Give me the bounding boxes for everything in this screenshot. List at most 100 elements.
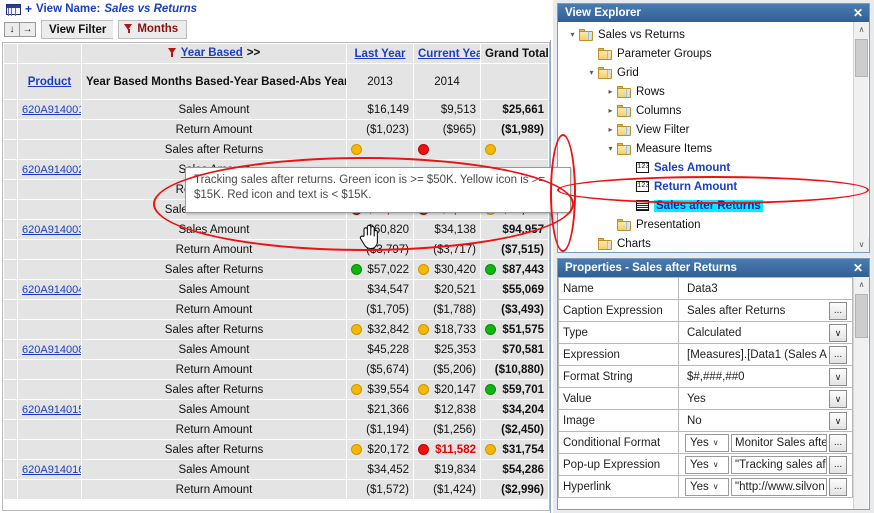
grid-cell-product[interactable]: 620A914003 [18, 220, 82, 240]
data-grid[interactable]: Year Based>>Last YearCurrent YearGrand T… [2, 42, 550, 511]
table-row[interactable]: Return Amount($1,572)($1,424)($2,996) [4, 480, 549, 500]
tree-item-sales-vs-returns[interactable]: ▾Sales vs Returns [558, 25, 843, 44]
property-value-cell[interactable]: No∨ [679, 410, 853, 432]
table-row[interactable]: Sales after Returns$57,022$30,420$87,443 [4, 260, 549, 280]
grid-cell[interactable]: $11,582 [414, 440, 481, 460]
product-code-link[interactable]: 620A914003 [22, 224, 82, 236]
chevron-down-icon[interactable]: ∨ [829, 368, 847, 386]
ellipsis-button[interactable]: ... [829, 346, 847, 364]
property-value[interactable]: No [683, 415, 829, 427]
tree-item-grid[interactable]: ▾Grid [558, 63, 843, 82]
year-based-link[interactable]: Year Based [181, 47, 243, 59]
grid-cell[interactable]: $60,820 [347, 220, 414, 240]
property-value-cell[interactable]: [Measures].[Data1 (Sales A... [679, 344, 853, 366]
grid-cell-product[interactable] [18, 440, 82, 460]
grid-cell[interactable] [481, 140, 549, 160]
grid-cell-product[interactable] [18, 320, 82, 340]
grid-cell-measure[interactable]: Sales Amount [82, 340, 347, 360]
view-name-value[interactable]: Sales vs Returns [104, 3, 197, 15]
chevron-down-icon[interactable]: ∨ [713, 438, 719, 447]
grid-cell-measure[interactable]: Sales after Returns [82, 260, 347, 280]
grid-cell[interactable]: ($2,996) [481, 480, 549, 500]
grid-cell-measure[interactable]: Return Amount [82, 300, 347, 320]
grid-cell-product[interactable] [18, 300, 82, 320]
row-handle[interactable] [4, 360, 18, 380]
arrow-right-icon[interactable]: → [20, 22, 36, 37]
grid-cell[interactable]: ($1,989) [481, 120, 549, 140]
grid-cell[interactable]: $19,834 [414, 460, 481, 480]
grid-cell[interactable]: $25,661 [481, 100, 549, 120]
grid-cell-product[interactable] [18, 380, 82, 400]
grid-cell[interactable]: ($10,880) [481, 360, 549, 380]
close-icon[interactable]: ✕ [853, 262, 863, 274]
grid-cell[interactable]: $34,547 [347, 280, 414, 300]
grid-cell[interactable]: $51,575 [481, 320, 549, 340]
row-handle[interactable] [4, 400, 18, 420]
product-code-link[interactable]: 620A914015 [22, 404, 82, 416]
tree-item-view-filter[interactable]: ▸View Filter [558, 120, 843, 139]
property-value[interactable]: Sales after Returns [683, 305, 829, 317]
grid-cell[interactable]: $20,521 [414, 280, 481, 300]
expander-expanded-icon[interactable]: ▾ [604, 144, 617, 153]
row-handle[interactable] [4, 140, 18, 160]
table-row[interactable]: Sales after Returns [4, 140, 549, 160]
property-combo[interactable]: Yes∨ [685, 478, 729, 496]
property-value[interactable]: Calculated [683, 327, 829, 339]
row-handle[interactable] [4, 160, 18, 180]
grid-cell[interactable]: $70,581 [481, 340, 549, 360]
ellipsis-button[interactable]: ... [829, 456, 847, 474]
year-based-filter-cell[interactable]: Year Based>> [82, 44, 347, 64]
grid-cell[interactable]: ($1,424) [414, 480, 481, 500]
grid-cell[interactable]: ($1,788) [414, 300, 481, 320]
row-handle[interactable] [4, 44, 18, 64]
grid-cell[interactable]: $20,172 [347, 440, 414, 460]
grid-cell-measure[interactable]: Sales after Returns [82, 440, 347, 460]
scroll-down-icon[interactable]: ∨ [854, 237, 869, 252]
grid-cell[interactable]: ($1,194) [347, 420, 414, 440]
grid-cell[interactable]: $34,204 [481, 400, 549, 420]
grid-cell[interactable]: ($3,797) [347, 240, 414, 260]
row-handle[interactable] [4, 120, 18, 140]
chevron-down-icon[interactable]: ∨ [713, 482, 719, 491]
grid-cell[interactable]: $18,733 [414, 320, 481, 340]
grid-cell-measure[interactable]: Sales Amount [82, 400, 347, 420]
product-code-link[interactable]: 620A914016 [22, 464, 82, 476]
row-handle[interactable] [4, 260, 18, 280]
table-row[interactable]: 620A914003Sales Amount$60,820$34,138$94,… [4, 220, 549, 240]
grid-cell-product[interactable]: 620A914004 [18, 280, 82, 300]
row-handle[interactable] [4, 320, 18, 340]
explorer-scroll-thumb[interactable] [855, 39, 868, 77]
property-value-cell[interactable]: Data3 [679, 278, 853, 300]
grid-cell-product[interactable] [18, 200, 82, 220]
property-value-cell[interactable]: Calculated∨ [679, 322, 853, 344]
grid-cell-product[interactable] [18, 140, 82, 160]
property-value-cell[interactable]: Yes∨"http://www.silvon... [679, 476, 853, 498]
grid-cell-product[interactable] [18, 260, 82, 280]
row-handle[interactable] [4, 240, 18, 260]
grid-cell[interactable]: $20,147 [414, 380, 481, 400]
grid-cell[interactable]: $32,842 [347, 320, 414, 340]
grid-cell-measure[interactable]: Return Amount [82, 120, 347, 140]
property-value-cell[interactable]: Yes∨ [679, 388, 853, 410]
row-handle[interactable] [4, 380, 18, 400]
grid-cell[interactable] [347, 140, 414, 160]
grid-cell[interactable]: $34,452 [347, 460, 414, 480]
row-handle[interactable] [4, 340, 18, 360]
grid-cell[interactable]: $55,069 [481, 280, 549, 300]
property-value-cell[interactable]: Yes∨Monitor Sales afte... [679, 432, 853, 454]
tree-item-columns[interactable]: ▸Columns [558, 101, 843, 120]
expander-collapsed-icon[interactable]: ▸ [604, 125, 617, 134]
grid-cell-product[interactable] [18, 180, 82, 200]
grid-cell[interactable]: ($1,023) [347, 120, 414, 140]
grid-cell-product[interactable]: 620A914008 [18, 340, 82, 360]
property-value-cell[interactable]: Yes∨"Tracking sales af... [679, 454, 853, 476]
grid-cell-product[interactable] [18, 120, 82, 140]
grid-cell[interactable]: $31,754 [481, 440, 549, 460]
scroll-up-icon[interactable]: ∧ [854, 277, 869, 292]
view-explorer-body[interactable]: ▾Sales vs ReturnsParameter Groups▾Grid▸R… [558, 22, 869, 252]
grid-cell-product[interactable] [18, 480, 82, 500]
tree-item-parameter-groups[interactable]: Parameter Groups [558, 44, 843, 63]
grid-cell[interactable]: $9,513 [414, 100, 481, 120]
grid-cell[interactable]: ($965) [414, 120, 481, 140]
expander-collapsed-icon[interactable]: ▸ [604, 106, 617, 115]
